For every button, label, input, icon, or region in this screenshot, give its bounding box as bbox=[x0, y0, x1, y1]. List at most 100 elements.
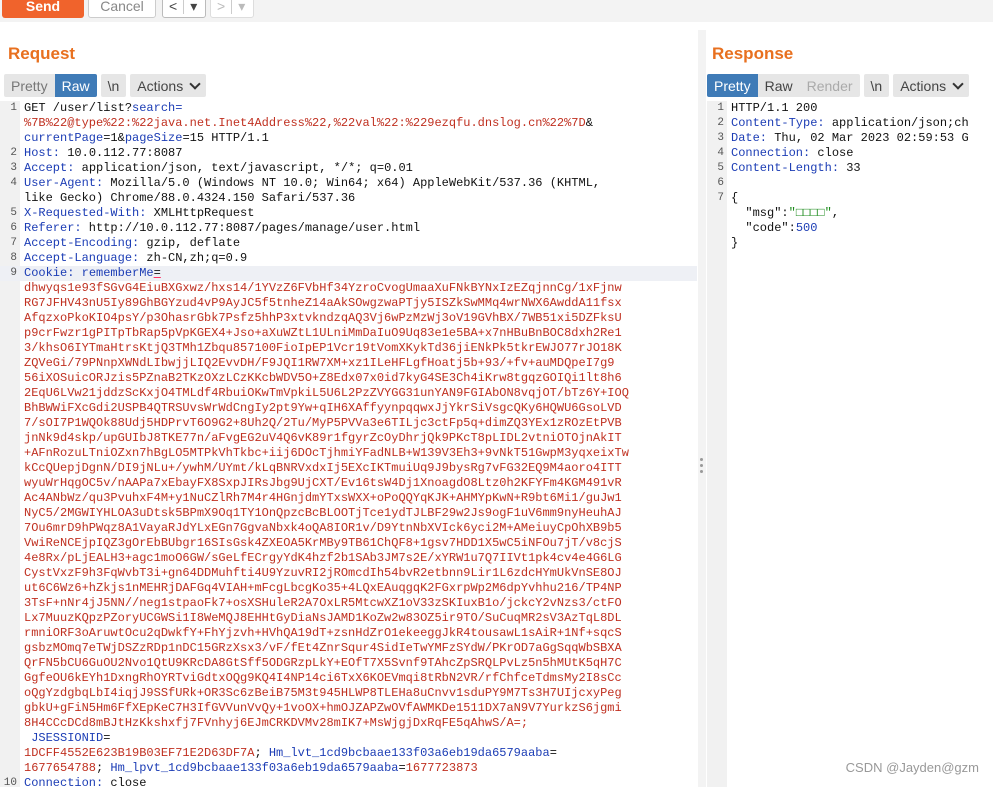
line-number bbox=[0, 326, 20, 341]
cookie-name: rememberMe bbox=[74, 266, 154, 280]
line-number: 9 bbox=[10, 267, 17, 279]
line-number: 2 bbox=[10, 147, 17, 159]
cookie-value-line: ZQVeGi/79PNnpXWNdLIbwjjLIQ2EvvDH/F9JQI1R… bbox=[0, 356, 697, 371]
header-value: close bbox=[810, 146, 854, 160]
tab-render[interactable]: Render bbox=[799, 74, 860, 97]
line-number bbox=[0, 641, 20, 656]
cookie-value: rmniORF3oAruwtOcu2qDwkfY+FhYjzvh+HVhQA19… bbox=[24, 626, 622, 640]
header-key: Accept: bbox=[24, 161, 75, 175]
line-number bbox=[707, 236, 727, 251]
header-value: http://10.0.112.77:8087/pages/manage/use… bbox=[81, 221, 421, 235]
status-line: 1 HTTP/1.1 200 bbox=[707, 101, 993, 116]
response-editor[interactable]: 1 HTTP/1.1 200 2 Content-Type: applicati… bbox=[707, 101, 993, 787]
cookie-value-line: 2EqU6LVw21jddzScKxjO4TMLdf4RbuiOKwTmVpki… bbox=[0, 386, 697, 401]
line-number bbox=[0, 131, 20, 146]
line-number bbox=[0, 281, 20, 296]
header-key: X-Requested-With: bbox=[24, 206, 147, 220]
cookie-value: 4e8Rx/pLjEALH3+agc1moO6GW/sGeLfECrgyYdK4… bbox=[24, 551, 622, 565]
cookie-value: wyuWrHqgOC5v/nAAPa7xEbayFX8SxpJIRsJbg9Uj… bbox=[24, 476, 622, 490]
cookie-value: ut6C6Wz6+hZkjs1nMEHRjDAFGq4VIAH+mFcgLbcg… bbox=[24, 581, 622, 595]
history-forward-button[interactable]: > ▾ bbox=[210, 0, 254, 18]
header-key: Host: bbox=[24, 146, 61, 160]
cookie-value-line: jnNk9d4skp/upGUIbJ8TKE77n/aFvgEG2uV4Q6vK… bbox=[0, 431, 697, 446]
header-content-length: 5 Content-Length: 33 bbox=[707, 161, 993, 176]
line-number bbox=[0, 611, 20, 626]
tab-pretty[interactable]: Pretty bbox=[707, 74, 758, 97]
cookie-value: 1677654788 bbox=[24, 761, 97, 775]
line-number: 6 bbox=[10, 222, 17, 234]
line-number: 4 bbox=[10, 177, 17, 189]
cookie-value: AfqzxoPkoKIO4psY/p3OhasrGbk7Psfz5hhP3xtv… bbox=[24, 311, 622, 325]
param-search: search= bbox=[132, 101, 183, 115]
line-number bbox=[0, 506, 20, 521]
header-key: Accept-Encoding: bbox=[24, 236, 140, 250]
line-number: 7 bbox=[10, 237, 17, 249]
cookie-value-line: NyC5/2MGWIYHLOA3uDtsk5BPmX9Oq1TY1OnQpzcB… bbox=[0, 506, 697, 521]
header-value: application/json;ch bbox=[824, 116, 969, 130]
history-back-button[interactable]: < ▾ bbox=[162, 0, 206, 18]
line-number bbox=[0, 191, 20, 206]
cookie-value: dhwyqs1e93fSGvG4EiuBXGxwz/hxs14/1YVzZ6FV… bbox=[24, 281, 622, 295]
cookie-value: ZQVeGi/79PNnpXWNdLIbwjjLIQ2EvvDH/F9JQI1R… bbox=[24, 356, 615, 370]
request-line: currentPage=1&pageSize=15 HTTP/1.1 bbox=[0, 131, 697, 146]
json-code: "code":500 bbox=[707, 221, 993, 236]
cookie-name: Hm_lvt_1cd9bcbaae133f03a6eb19da6579aaba bbox=[261, 746, 550, 760]
cookie-value-line: dhwyqs1e93fSGvG4EiuBXGxwz/hxs14/1YVzZ6FV… bbox=[0, 281, 697, 296]
forward-arrow-icon: > bbox=[217, 0, 226, 14]
cookie-value-line: AfqzxoPkoKIO4psY/p3OhasrGbk7Psfz5hhP3xtv… bbox=[0, 311, 697, 326]
send-button[interactable]: Send bbox=[2, 0, 84, 18]
header-host: 2 Host: 10.0.112.77:8087 bbox=[0, 146, 697, 161]
header-accept-encoding: 7 Accept-Encoding: gzip, deflate bbox=[0, 236, 697, 251]
actions-menu[interactable]: Actions bbox=[130, 74, 207, 97]
param-value: =1& bbox=[103, 131, 125, 145]
request-view-tabs: Pretty Raw \n Actions bbox=[4, 74, 207, 97]
line-number bbox=[0, 626, 20, 641]
json-comma: , bbox=[831, 206, 840, 220]
cookie-value-line: BhBWWiFXcGdi2USPB4QTRSUvsWrWdCngIy2pt9Yw… bbox=[0, 401, 697, 416]
drag-handle-icon[interactable] bbox=[700, 458, 704, 473]
header-key: Content-Type: bbox=[731, 116, 825, 130]
request-editor[interactable]: 1 GET /user/list?search= %7B%22@type%22:… bbox=[0, 101, 697, 787]
line-number bbox=[0, 461, 20, 476]
cookie-value: gbkU+gFiN5Hm6FfXEpKeC7H3IfGVVunVvQy+1voO… bbox=[24, 701, 622, 715]
cookie-value-line: 7/sOI7P1WQOk88Udj5HDPrvT6O9G2+8Uh2Q/2Tu/… bbox=[0, 416, 697, 431]
json-key: "msg" bbox=[731, 206, 782, 220]
header-value: like Gecko) Chrome/88.0.4324.150 Safari/… bbox=[24, 191, 356, 205]
actions-menu[interactable]: Actions bbox=[893, 74, 970, 97]
header-value: application/json, text/javascript, */*; … bbox=[74, 161, 413, 175]
cookie-eq: = bbox=[549, 746, 557, 760]
header-accept: 3 Accept: application/json, text/javascr… bbox=[0, 161, 697, 176]
line-number bbox=[0, 761, 20, 776]
header-value: 33 bbox=[839, 161, 861, 175]
param-search-value: %7B%22@type%22:%22java.net.Inet4Address%… bbox=[24, 116, 586, 130]
panel-splitter[interactable] bbox=[698, 30, 706, 787]
line-number bbox=[0, 701, 20, 716]
cancel-button[interactable]: Cancel bbox=[88, 0, 156, 18]
newline-toggle[interactable]: \n bbox=[100, 74, 127, 97]
cookie-value-line: +AFnRozuLTniOZxn7hBgLO5MTPkVhTkbc+iij6DO… bbox=[0, 446, 697, 461]
line-number: 4 bbox=[717, 147, 724, 159]
header-key: Content-Length: bbox=[731, 161, 840, 175]
tab-pretty[interactable]: Pretty bbox=[4, 74, 55, 97]
cookie-value: p9crFwzr1gPITpTbRap5pVpKGEX4+Jso+aXuWZtL… bbox=[24, 326, 622, 340]
line-number bbox=[0, 371, 20, 386]
json-number-value: 500 bbox=[795, 221, 818, 235]
line-number bbox=[0, 341, 20, 356]
tab-raw[interactable]: Raw bbox=[757, 74, 800, 97]
line-number bbox=[0, 311, 20, 326]
header-user-agent-cont: like Gecko) Chrome/88.0.4324.150 Safari/… bbox=[0, 191, 697, 206]
header-referer: 6 Referer: http://10.0.112.77:8087/pages… bbox=[0, 221, 697, 236]
actions-label: Actions bbox=[137, 77, 184, 94]
line-number bbox=[707, 206, 727, 221]
line-number bbox=[0, 431, 20, 446]
http-version: =15 HTTP/1.1 bbox=[182, 131, 269, 145]
cookie-value: 1DCFF4552E623B19B03EF71E2D63DF7A bbox=[24, 746, 255, 760]
chevron-down-icon[interactable]: ▾ bbox=[232, 0, 251, 17]
chevron-down-icon[interactable]: ▾ bbox=[184, 0, 203, 17]
tab-raw[interactable]: Raw bbox=[54, 74, 97, 97]
cookie-value-line: 4e8Rx/pLjEALH3+agc1moO6GW/sGeLfECrgyYdK4… bbox=[0, 551, 697, 566]
header-key: User-Agent: bbox=[24, 176, 104, 190]
cookie-eq: = bbox=[103, 731, 111, 745]
cookie-value: 8H4CCcDCd8mBJtHzKkshxfj7FVnhyj6EJmCRKDVM… bbox=[24, 716, 529, 730]
newline-toggle[interactable]: \n bbox=[863, 74, 890, 97]
